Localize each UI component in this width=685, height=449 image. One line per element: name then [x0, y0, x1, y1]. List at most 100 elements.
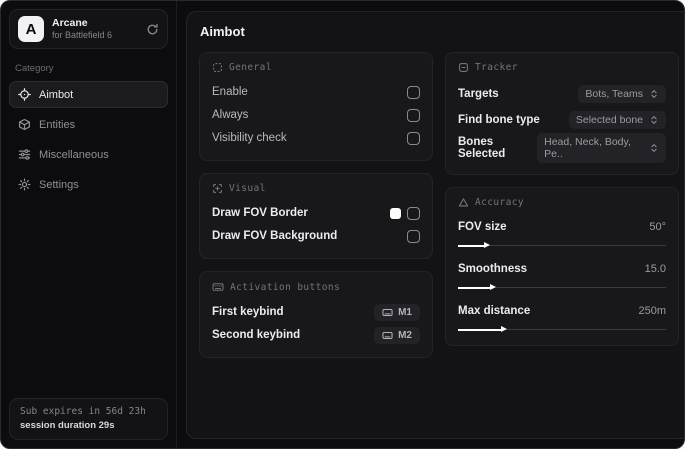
find-bone-type-dropdown[interactable]: Selected bone	[568, 110, 666, 129]
slider-thumb[interactable]	[490, 284, 497, 290]
right-column: Tracker Targets Bots, Teams Find bone ty…	[445, 52, 679, 358]
setting-label: Visibility check	[212, 132, 287, 144]
activation-card-header: Activation buttons	[212, 281, 420, 293]
visibility-check-checkbox[interactable]	[407, 131, 420, 145]
fov-size-slider[interactable]	[458, 241, 666, 250]
setting-row-draw-fov-background: Draw FOV Background	[212, 225, 420, 247]
tracker-card-header: Tracker	[458, 62, 666, 73]
entities-icon	[18, 118, 31, 131]
sidebar: A Arcane for Battlefield 6 Category Aimb…	[1, 1, 177, 448]
setting-row-visibility-check: Visibility check	[212, 127, 420, 149]
setting-label: Second keybind	[212, 329, 301, 341]
triangle-icon	[458, 197, 469, 208]
always-checkbox[interactable]	[407, 108, 420, 122]
draw-fov-background-checkbox[interactable]	[407, 229, 420, 243]
dropdown-value: Bots, Teams	[585, 87, 643, 100]
setting-row-always: Always	[212, 104, 420, 126]
left-column: General Enable Always Visibility check V…	[199, 52, 433, 358]
second-keybind-button[interactable]: M2	[374, 326, 420, 344]
dropdown-value: Head, Neck, Body, Pe..	[544, 136, 631, 160]
sidebar-item-label: Miscellaneous	[39, 148, 109, 161]
setting-label: Targets	[458, 87, 499, 100]
accuracy-card-header: Accuracy	[458, 197, 666, 208]
refresh-icon[interactable]	[146, 23, 159, 36]
app-header-card: A Arcane for Battlefield 6	[9, 9, 168, 49]
main-area: Aimbot General Enable Always Visibility …	[177, 1, 684, 448]
activation-card-title: Activation buttons	[230, 281, 341, 293]
targets-dropdown[interactable]: Bots, Teams	[578, 84, 666, 103]
setting-label: FOV size	[458, 221, 507, 233]
slider-fill	[458, 328, 502, 331]
sidebar-item-miscellaneous[interactable]: Miscellaneous	[9, 141, 168, 168]
setting-label: Draw FOV Border	[212, 207, 308, 219]
app-name: Arcane	[52, 16, 88, 29]
keyboard-icon	[212, 281, 224, 293]
sidebar-item-label: Entities	[39, 118, 76, 131]
smoothness-slider[interactable]	[458, 283, 666, 292]
first-keybind-button[interactable]: M1	[374, 303, 420, 321]
app-subtitle: for Battlefield 6	[52, 29, 113, 40]
chevrons-up-down-icon	[649, 89, 659, 99]
slider-value: 250m	[638, 305, 666, 317]
fov-border-color-swatch[interactable]	[390, 207, 401, 219]
visual-card-header: Visual	[212, 183, 420, 194]
accuracy-card: Accuracy FOV size 50° Smoothness 15.0 Ma…	[445, 187, 679, 346]
sidebar-nav: Aimbot Entities Miscellaneous Settings	[9, 81, 168, 198]
max-distance-setting: Max distance 250m	[458, 300, 666, 334]
main-panel: Aimbot General Enable Always Visibility …	[186, 11, 684, 439]
sidebar-item-label: Aimbot	[39, 88, 74, 101]
minus-square-icon	[458, 62, 469, 73]
tracker-card: Tracker Targets Bots, Teams Find bone ty…	[445, 52, 679, 175]
setting-label: Max distance	[458, 305, 531, 317]
max-distance-slider[interactable]	[458, 325, 666, 334]
visual-card: Visual Draw FOV Border Draw FOV Backgrou…	[199, 173, 433, 259]
sidebar-item-settings[interactable]: Settings	[9, 171, 168, 198]
slider-label-row: FOV size 50°	[458, 216, 666, 238]
setting-label: Always	[212, 109, 249, 121]
draw-fov-border-checkbox[interactable]	[407, 206, 420, 220]
scan-plus-icon	[212, 183, 223, 194]
activation-buttons-card: Activation buttons First keybind M1 Seco…	[199, 271, 433, 358]
setting-label: Enable	[212, 86, 248, 98]
category-label: Category	[15, 63, 54, 74]
setting-row-find-bone-type: Find bone type Selected bone	[458, 107, 666, 132]
slider-thumb[interactable]	[500, 326, 507, 332]
sidebar-item-label: Settings	[39, 178, 79, 191]
slider-fill	[458, 244, 486, 247]
keybind-value: M1	[398, 306, 412, 318]
setting-row-targets: Targets Bots, Teams	[458, 81, 666, 106]
dashed-box-icon	[212, 62, 223, 73]
general-card-title: General	[229, 62, 272, 73]
sidebar-item-entities[interactable]: Entities	[9, 111, 168, 138]
app-window: A Arcane for Battlefield 6 Category Aimb…	[0, 0, 685, 449]
slider-value: 15.0	[644, 263, 666, 275]
chevrons-up-down-icon	[649, 115, 659, 125]
fov-size-setting: FOV size 50°	[458, 216, 666, 250]
setting-label: Draw FOV Background	[212, 230, 338, 242]
dropdown-value: Selected bone	[575, 113, 643, 126]
enable-checkbox[interactable]	[407, 85, 420, 99]
slider-label-row: Max distance 250m	[458, 300, 666, 322]
accuracy-card-title: Accuracy	[475, 197, 524, 208]
setting-label: Bones Selected	[458, 136, 506, 160]
setting-label: Find bone type	[458, 113, 540, 126]
gear-icon	[18, 178, 31, 191]
slider-label-row: Smoothness 15.0	[458, 258, 666, 280]
slider-thumb[interactable]	[484, 242, 491, 248]
visual-card-title: Visual	[229, 183, 266, 194]
sidebar-item-aimbot[interactable]: Aimbot	[9, 81, 168, 108]
bones-selected-dropdown[interactable]: Head, Neck, Body, Pe..	[537, 133, 666, 163]
content-columns: General Enable Always Visibility check V…	[199, 52, 679, 358]
session-duration-text: session duration 29s	[20, 420, 115, 431]
smoothness-setting: Smoothness 15.0	[458, 258, 666, 292]
setting-label: First keybind	[212, 306, 284, 318]
keybind-value: M2	[398, 329, 412, 341]
general-card: General Enable Always Visibility check	[199, 52, 433, 161]
crosshair-icon	[18, 88, 31, 101]
chevrons-up-down-icon	[649, 143, 659, 153]
row-controls	[390, 206, 420, 220]
keyboard-icon	[382, 330, 393, 341]
sliders-icon	[18, 148, 31, 161]
sub-expiry-text: Sub expires in 56d 23h	[20, 406, 146, 417]
